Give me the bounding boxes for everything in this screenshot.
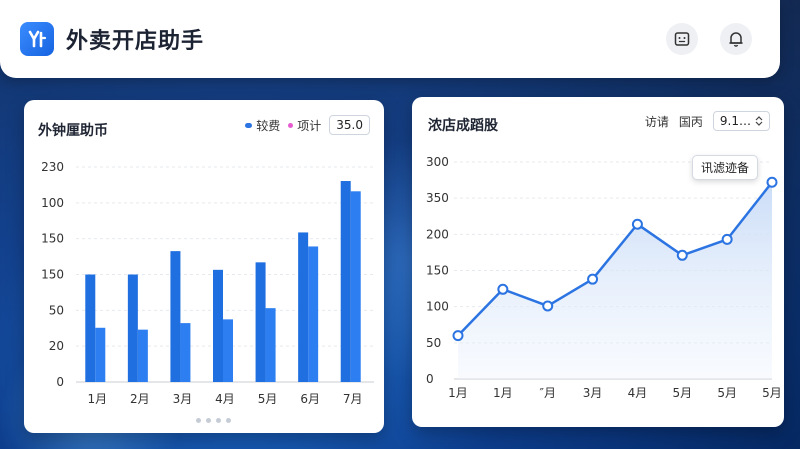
legend-item-2[interactable]: 项计: [288, 117, 321, 134]
x-tick-label: 1月: [87, 392, 107, 406]
top-bar: 外卖开店助手: [0, 0, 780, 78]
data-point: [497, 283, 509, 295]
bar-chart-title: 外钟厘助币: [38, 123, 108, 139]
x-tick-label: 3月: [583, 386, 603, 400]
data-point: [721, 233, 733, 245]
x-tick-label: 5月: [672, 386, 692, 400]
data-point: [631, 218, 643, 230]
y-tick-label: 0: [426, 372, 434, 386]
data-point: [587, 273, 599, 285]
control-label-1[interactable]: 访请: [645, 113, 669, 130]
x-tick-label: 5月: [258, 392, 278, 406]
x-tick-label: 7月: [343, 392, 363, 406]
bar-series-2: [223, 319, 233, 382]
y-tick-label: 50: [426, 336, 441, 350]
y-tick-label: 100: [426, 300, 449, 314]
bell-icon[interactable]: [720, 23, 752, 55]
line-chart-svg: 0 50 100 150 200 350 300 1月 1月 ″月 3月 4月 5月 5月 5月: [426, 155, 782, 400]
data-point: [542, 300, 554, 312]
data-point: [452, 330, 464, 342]
y-tick-label: 200: [426, 227, 449, 241]
bar-chart-legend: 较费 项计 35.0: [245, 115, 370, 135]
y-tick-label: 20: [49, 339, 64, 353]
app-title: 外卖开店助手: [66, 29, 205, 54]
line-chart-card: 浓店成蹈股 访请 国丙 9.1… 0 50 100 150 200 350 300 1月 1月 ″…: [412, 97, 784, 427]
bar-series-2: [350, 191, 361, 382]
legend-swatch-pink: [288, 122, 294, 128]
chevron-updown-icon: [755, 116, 763, 126]
y-tick-label: 230: [41, 160, 64, 174]
legend-label-2: 项计: [297, 118, 322, 133]
bar-series-2: [180, 323, 191, 382]
chart-tooltip: 讯滤迹备: [692, 155, 759, 180]
bar-series-2: [137, 329, 148, 382]
x-tick-label: 3月: [173, 392, 193, 406]
x-tick-label: 1月: [448, 386, 468, 400]
bar-series-1: [213, 269, 223, 382]
x-tick-label: 5月: [717, 386, 737, 400]
y-tick-label: 0: [56, 375, 64, 389]
bar-series-1: [85, 274, 96, 382]
y-tick-label: 300: [426, 155, 449, 169]
legend-item-1[interactable]: 较费: [245, 117, 280, 134]
pagination-dots[interactable]: [196, 418, 231, 423]
x-tick-label: 1月: [493, 386, 513, 400]
control-label-2[interactable]: 国丙: [679, 113, 703, 130]
legend-swatch-blue: [245, 122, 253, 128]
line-chart-controls: 访请 国丙 9.1…: [645, 111, 770, 131]
bar-chart-svg: 0 20 50 150 150 100 230 1月 2月 3月 4月 5月 6月 7月: [41, 160, 374, 406]
y-tick-label: 150: [41, 232, 64, 246]
bar-series-1: [170, 251, 181, 382]
page-dot[interactable]: [206, 418, 211, 423]
x-tick-label: 5月: [762, 386, 782, 400]
x-tick-label: 2月: [130, 392, 150, 406]
app-logo-icon: [20, 22, 54, 56]
y-tick-label: 100: [41, 196, 64, 210]
value-box[interactable]: 35.0: [329, 115, 370, 135]
bar-series-2: [95, 327, 106, 382]
x-tick-label: 6月: [300, 392, 320, 406]
bar-series-1: [255, 262, 266, 382]
y-tick-label: 350: [426, 191, 449, 205]
y-tick-label: 50: [49, 303, 64, 317]
y-tick-label: 150: [426, 264, 449, 278]
range-select[interactable]: 9.1…: [712, 111, 770, 131]
range-select-value: 9.1…: [719, 114, 751, 128]
bar-series-1: [298, 232, 309, 382]
bar-series-2: [265, 308, 276, 382]
data-point: [766, 176, 778, 188]
page-dot[interactable]: [226, 418, 231, 423]
page-dot[interactable]: [216, 418, 221, 423]
data-point: [676, 249, 688, 261]
line-chart-title: 浓店成蹈股: [428, 118, 498, 134]
bar-series-2: [308, 246, 319, 382]
page-dot[interactable]: [196, 418, 201, 423]
bar-series-1: [340, 181, 351, 382]
x-tick-label: 4月: [628, 386, 648, 400]
legend-label-1: 较费: [256, 118, 281, 133]
bar-chart-card: 外钟厘助币 较费 项计 35.0 0 20 50 150 150 100 230 1月 2月 3月…: [24, 100, 384, 433]
y-tick-label: 150: [41, 268, 64, 282]
bar-series-1: [127, 274, 138, 382]
face-icon[interactable]: [666, 23, 698, 55]
x-tick-label: 4月: [215, 392, 235, 406]
x-tick-label: ″月: [539, 386, 555, 400]
area-fill: [458, 182, 772, 379]
